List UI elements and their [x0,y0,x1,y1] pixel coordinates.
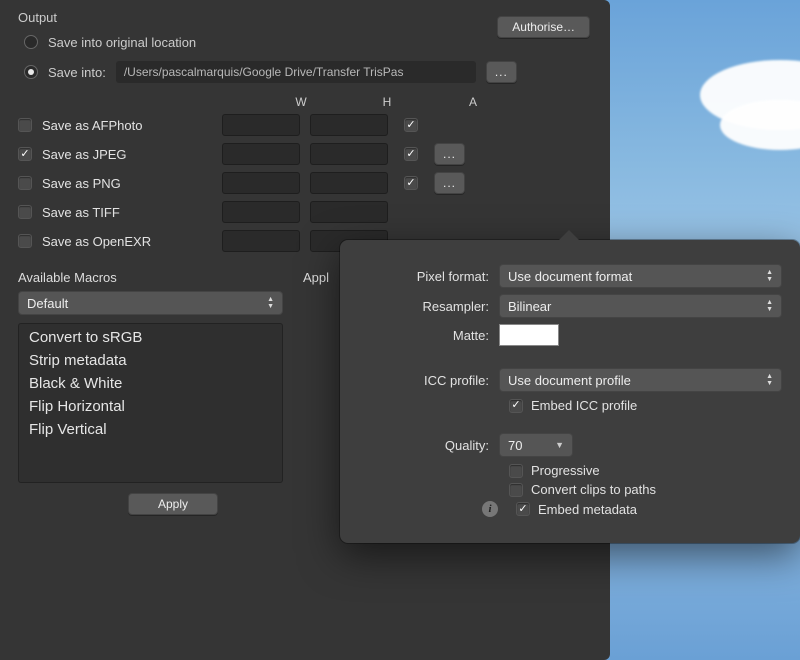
chevron-down-icon: ▼ [555,440,564,450]
format-enable-checkbox[interactable] [18,147,32,161]
matte-color-swatch[interactable] [499,324,559,346]
list-item[interactable]: Strip metadata [19,349,282,372]
dimensions-header: W H A [18,95,592,109]
format-options-button[interactable]: ... [434,143,465,165]
resampler-select[interactable]: Bilinear ▲▼ [499,294,782,318]
quality-label: Quality: [354,438,489,453]
list-item[interactable]: Flip Vertical [19,418,282,441]
stepper-icon: ▲▼ [267,296,274,310]
browse-button[interactable]: ... [486,61,517,83]
radio-save-original[interactable] [24,35,38,49]
width-input[interactable] [222,230,300,252]
format-label: Save as TIFF [42,205,212,220]
convert-clips-checkbox[interactable] [509,483,523,497]
progressive-checkbox[interactable] [509,464,523,478]
macros-list[interactable]: Convert to sRGBStrip metadataBlack & Whi… [18,323,283,483]
height-input[interactable] [310,143,388,165]
format-label: Save as JPEG [42,147,212,162]
icc-profile-select[interactable]: Use document profile ▲▼ [499,368,782,392]
width-input[interactable] [222,172,300,194]
format-row: Save as AFPhoto [18,112,592,138]
embed-icc-checkbox[interactable] [509,399,523,413]
convert-clips-label: Convert clips to paths [531,482,656,497]
aspect-checkbox[interactable] [404,176,418,190]
height-input[interactable] [310,201,388,223]
embed-icc-label: Embed ICC profile [531,398,637,413]
format-enable-checkbox[interactable] [18,176,32,190]
stepper-icon: ▲▼ [766,373,773,387]
macro-preset-value: Default [27,296,68,311]
jpeg-options-popover: Pixel format: Use document format ▲▼ Res… [340,240,800,543]
format-row: Save as JPEG... [18,141,592,167]
list-item[interactable]: Convert to sRGB [19,326,282,349]
pixel-format-label: Pixel format: [354,269,489,284]
aspect-checkbox[interactable] [404,147,418,161]
embed-metadata-checkbox[interactable] [516,502,530,516]
format-row: Save as TIFF [18,199,592,225]
authorise-button[interactable]: Authorise… [497,16,590,38]
col-a: A [430,95,516,109]
format-label: Save as AFPhoto [42,118,212,133]
list-item[interactable]: Black & White [19,372,282,395]
save-into-path[interactable]: /Users/pascalmarquis/Google Drive/Transf… [116,61,476,83]
list-item[interactable]: Flip Horizontal [19,395,282,418]
pixel-format-select[interactable]: Use document format ▲▼ [499,264,782,288]
save-original-label: Save into original location [48,35,196,50]
format-enable-checkbox[interactable] [18,118,32,132]
height-input[interactable] [310,172,388,194]
available-macros-title: Available Macros [18,270,283,285]
macro-preset-select[interactable]: Default ▲▼ [18,291,283,315]
apply-button[interactable]: Apply [128,493,218,515]
stepper-icon: ▲▼ [766,269,773,283]
width-input[interactable] [222,143,300,165]
aspect-checkbox[interactable] [404,118,418,132]
format-label: Save as PNG [42,176,212,191]
applied-macros-title: Appl [303,270,343,285]
info-icon[interactable]: i [482,501,498,517]
progressive-label: Progressive [531,463,600,478]
format-row: Save as PNG... [18,170,592,196]
format-label: Save as OpenEXR [42,234,212,249]
save-into-label: Save into: [48,65,106,80]
quality-select[interactable]: 70 ▼ [499,433,573,457]
icc-profile-label: ICC profile: [354,373,489,388]
col-w: W [258,95,344,109]
matte-label: Matte: [354,328,489,343]
width-input[interactable] [222,201,300,223]
radio-save-into[interactable] [24,65,38,79]
col-h: H [344,95,430,109]
height-input[interactable] [310,114,388,136]
resampler-label: Resampler: [354,299,489,314]
stepper-icon: ▲▼ [766,299,773,313]
format-options-button[interactable]: ... [434,172,465,194]
width-input[interactable] [222,114,300,136]
format-enable-checkbox[interactable] [18,234,32,248]
embed-metadata-label: Embed metadata [538,502,637,517]
save-into-row[interactable]: Save into: /Users/pascalmarquis/Google D… [24,61,592,83]
format-enable-checkbox[interactable] [18,205,32,219]
